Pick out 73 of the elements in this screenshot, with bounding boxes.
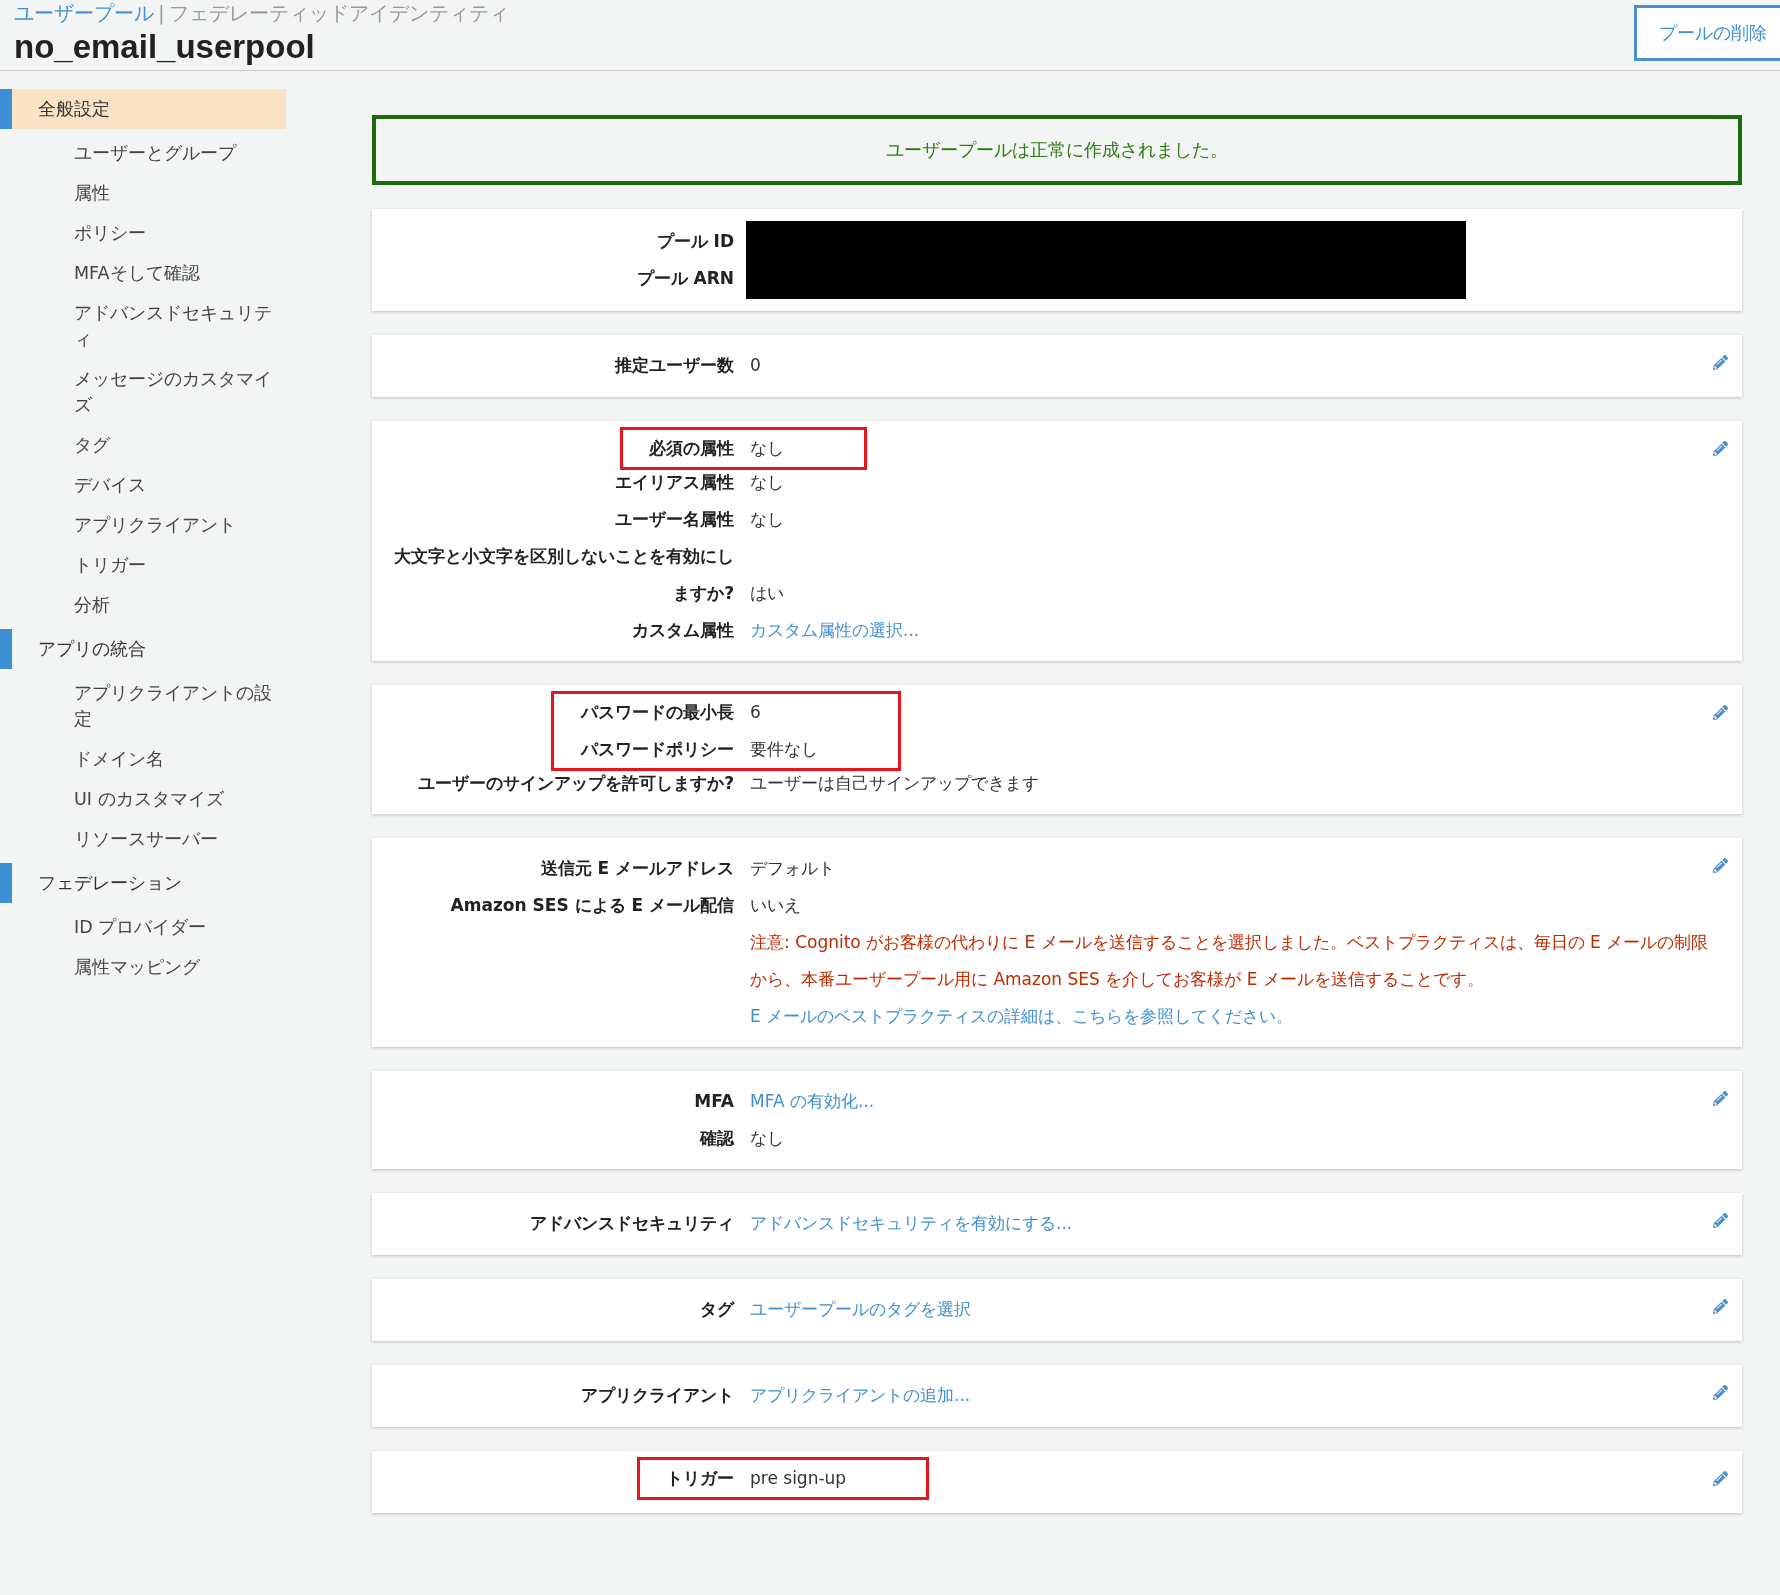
field-label: 確認	[698, 1127, 734, 1150]
field-value: なし	[750, 471, 785, 494]
sidebar-section[interactable]: 全般設定	[12, 89, 286, 129]
field-label: 推定ユーザー数	[613, 354, 734, 377]
sidebar-item[interactable]: ユーザーとグループ	[74, 133, 276, 173]
sidebar-item[interactable]: ポリシー	[74, 213, 276, 253]
field-label: エイリアス属性	[614, 471, 734, 494]
sidebar-item[interactable]: トリガー	[74, 545, 276, 585]
field-label: 送信元 E メールアドレス	[539, 857, 734, 880]
sidebar-item[interactable]: アプリクライアントの設定	[74, 673, 276, 739]
edit-icon[interactable]	[1713, 1213, 1728, 1228]
sidebar-item[interactable]: タグ	[74, 425, 276, 465]
field-value: なし	[750, 437, 784, 460]
field-label: アドバンスドセキュリティ	[529, 1212, 734, 1235]
field-value-link[interactable]: MFA の有効化...	[750, 1083, 1713, 1120]
sidebar-item[interactable]: アドバンスドセキュリティ	[74, 293, 276, 359]
field-label: MFA	[693, 1090, 734, 1113]
field-value: なし	[750, 1127, 785, 1150]
sidebar-item[interactable]: 分析	[74, 585, 276, 625]
edit-icon[interactable]	[1713, 1471, 1728, 1486]
field-label: 大文字と小文字を区別しないことを有効にしますか?	[393, 545, 734, 605]
field-label: カスタム属性	[631, 619, 734, 642]
sidebar-section[interactable]: アプリの統合	[12, 629, 286, 669]
sidebar-item[interactable]: MFAそして確認	[74, 253, 276, 293]
field-value-link[interactable]: アドバンスドセキュリティを有効にする...	[750, 1205, 1713, 1242]
field-label: トリガー	[665, 1467, 734, 1490]
field-value: なし	[750, 508, 785, 531]
field-value: pre sign-up	[750, 1467, 847, 1490]
edit-icon[interactable]	[1713, 858, 1728, 873]
field-label: タグ	[699, 1298, 734, 1321]
best-practices-link[interactable]: E メールのベストプラクティスの詳細は、こちらを参照してください。	[750, 1006, 1294, 1026]
section-indicator	[0, 89, 12, 129]
section-indicator	[0, 863, 12, 903]
edit-icon[interactable]	[1713, 705, 1728, 720]
edit-icon[interactable]	[1713, 1091, 1728, 1106]
field-label: パスワードポリシー	[579, 738, 734, 761]
field-label: プール ARN	[635, 267, 734, 290]
field-label: アプリクライアント	[580, 1384, 734, 1407]
success-message: ユーザープールは正常に作成されました。	[886, 139, 1228, 162]
sidebar-item[interactable]: 属性マッピング	[74, 947, 276, 987]
field-label: プール ID	[655, 230, 734, 253]
notice-text: 注意: Cognito がお客様の代わりに E メールを送信することを選択しました。ベストプラクティスは、毎日の E メールの制限から、本番ユーザープール用に Amazon SES を介してお客様が E メールを送信することです。 E メールのベストプラクティスの詳細は、こちらを参照してください。	[750, 931, 1710, 1028]
field-value-link[interactable]: アプリクライアントの追加...	[750, 1377, 1713, 1414]
sidebar-item[interactable]: UI のカスタマイズ	[74, 779, 276, 819]
field-value: はい	[750, 582, 785, 605]
edit-icon[interactable]	[1713, 1385, 1728, 1400]
sidebar-item[interactable]: リソースサーバー	[74, 819, 276, 859]
sidebar-section[interactable]: フェデレーション	[12, 863, 286, 903]
edit-icon[interactable]	[1713, 1299, 1728, 1314]
field-value: ユーザーは自己サインアップできます	[750, 772, 1040, 795]
breadcrumb-text: フェデレーティッドアイデンティティ	[168, 0, 509, 27]
field-value: 要件なし	[750, 738, 818, 761]
field-label: パスワードの最小長	[579, 701, 734, 724]
sidebar-item[interactable]: デバイス	[74, 465, 276, 505]
edit-icon[interactable]	[1713, 441, 1728, 456]
field-label: 必須の属性	[648, 437, 734, 460]
field-value: デフォルト	[750, 857, 836, 880]
sidebar-item[interactable]: アプリクライアント	[74, 505, 276, 545]
edit-icon[interactable]	[1713, 355, 1728, 370]
section-indicator	[0, 629, 12, 669]
sidebar-item[interactable]: ドメイン名	[74, 739, 276, 779]
field-label: Amazon SES による E メール配信	[449, 894, 734, 917]
sidebar-item[interactable]: ID プロバイダー	[74, 907, 276, 947]
page-title: no_email_userpool	[14, 28, 316, 66]
field-label: ユーザー名属性	[614, 508, 734, 531]
field-label: ユーザーのサインアップを許可しますか?	[417, 772, 734, 795]
field-value-link[interactable]: カスタム属性の選択...	[750, 612, 1713, 649]
field-value: いいえ	[750, 894, 802, 917]
sidebar-item[interactable]: 属性	[74, 173, 276, 213]
sidebar-item[interactable]: メッセージのカスタマイズ	[74, 359, 276, 425]
field-value: 6	[750, 701, 762, 724]
breadcrumb-separator: |	[158, 1, 165, 25]
field-value: 0	[750, 354, 762, 377]
